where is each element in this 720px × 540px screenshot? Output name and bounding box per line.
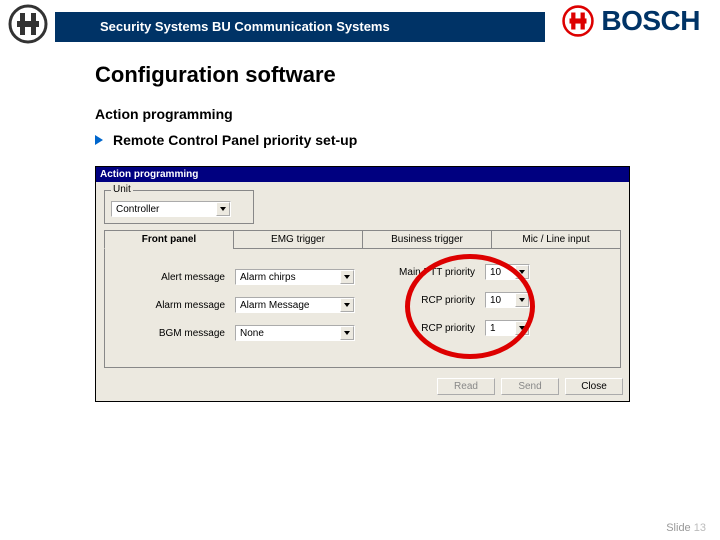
chevron-down-icon: [216, 202, 230, 216]
dialog-title: Action programming: [96, 167, 629, 182]
brand-text: BOSCH: [601, 5, 700, 37]
send-button[interactable]: Send: [501, 378, 559, 395]
tab-page: Alert message Alarm chirps Alarm message…: [104, 249, 621, 368]
row-alert: Alert message Alarm chirps: [115, 269, 610, 285]
tab-mic-line-input[interactable]: Mic / Line input: [491, 230, 621, 249]
gear-icon: [8, 4, 48, 49]
row-main-ptt: Main PTT priority 10: [395, 264, 530, 280]
header: Security Systems BU Communication System…: [0, 0, 720, 50]
dialog-buttons: Read Send Close: [96, 372, 629, 401]
row-bgm: BGM message None: [115, 325, 610, 341]
chevron-down-icon: [515, 321, 529, 335]
slide-footer: Slide 13: [666, 522, 706, 534]
row-rcp-1: RCP priority 10: [395, 292, 530, 308]
brand-logo: BOSCH: [561, 4, 700, 38]
bullet-text: Remote Control Panel priority set-up: [113, 132, 357, 148]
page-title: Configuration software: [95, 62, 630, 88]
unit-dropdown[interactable]: Controller: [111, 201, 231, 217]
tab-emg-trigger[interactable]: EMG trigger: [233, 230, 363, 249]
read-button[interactable]: Read: [437, 378, 495, 395]
chevron-down-icon: [340, 270, 354, 284]
tab-front-panel[interactable]: Front panel: [104, 230, 234, 249]
section-heading: Action programming: [95, 106, 630, 122]
close-button[interactable]: Close: [565, 378, 623, 395]
row-alarm: Alarm message Alarm Message: [115, 297, 610, 313]
priority-block: Main PTT priority 10 RCP priority 10: [395, 264, 530, 348]
chevron-down-icon: [340, 298, 354, 312]
main-ptt-dropdown[interactable]: 10: [485, 264, 530, 280]
unit-label: Unit: [111, 184, 133, 195]
chevron-down-icon: [515, 293, 529, 307]
tab-business-trigger[interactable]: Business trigger: [362, 230, 492, 249]
alarm-message-dropdown[interactable]: Alarm Message: [235, 297, 355, 313]
dialog-window: Action programming Unit Controller Front…: [95, 166, 630, 402]
rcp-dropdown-1[interactable]: 10: [485, 292, 530, 308]
alert-message-dropdown[interactable]: Alarm chirps: [235, 269, 355, 285]
bgm-message-dropdown[interactable]: None: [235, 325, 355, 341]
tabs: Front panel EMG trigger Business trigger…: [104, 230, 621, 249]
content: Configuration software Action programmin…: [0, 50, 720, 402]
bullet-item: Remote Control Panel priority set-up: [95, 132, 630, 148]
arrow-icon: [95, 135, 103, 145]
row-rcp-2: RCP priority 1: [395, 320, 530, 336]
header-subtitle: Security Systems BU Communication System…: [55, 12, 545, 42]
rcp-dropdown-2[interactable]: 1: [485, 320, 530, 336]
chevron-down-icon: [340, 326, 354, 340]
chevron-down-icon: [515, 265, 529, 279]
unit-groupbox: Unit Controller: [104, 190, 254, 224]
